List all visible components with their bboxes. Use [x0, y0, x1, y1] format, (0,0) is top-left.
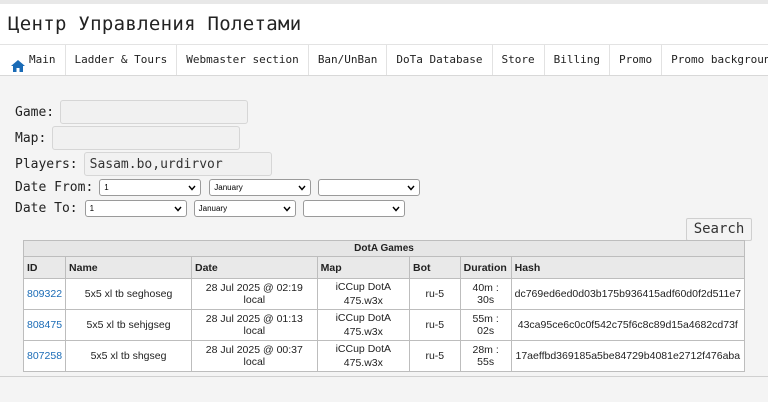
- game-map: iCCup DotA 475.w3x: [316, 309, 410, 341]
- map-label: Map:: [15, 130, 47, 146]
- column-header-map: Map: [316, 256, 410, 279]
- games-table: DotA Games ID Name Date Map Bot Duration…: [22, 240, 746, 372]
- game-bot: ru-5: [408, 309, 461, 341]
- date-from-year-select[interactable]: [318, 179, 421, 196]
- game-input[interactable]: [60, 100, 249, 124]
- nav-item-promo-background[interactable]: Promo background: [662, 45, 768, 75]
- map-line-1: iCCup DotA: [335, 312, 392, 324]
- map-line-1: iCCup DotA: [335, 281, 392, 293]
- selected-value: January: [198, 204, 228, 213]
- map-line-2: 475.w3x: [343, 326, 383, 338]
- table-row: 809322 5x5 xl tb seghoseg 28 Jul 2025 @ …: [22, 278, 746, 310]
- game-map: iCCup DotA 475.w3x: [316, 340, 410, 372]
- table-caption-row: DotA Games: [23, 240, 745, 257]
- date-to-month-select[interactable]: January: [193, 200, 296, 217]
- game-bot: ru-5: [408, 340, 461, 372]
- date-to-day-select[interactable]: 1: [84, 200, 187, 217]
- date-from-month-select[interactable]: January: [209, 179, 312, 196]
- column-header-bot: Bot: [408, 256, 461, 279]
- game-row: Game:: [15, 100, 249, 124]
- game-duration: 40m : 30s: [459, 278, 512, 310]
- main-nav: Main Ladder & Tours Webmaster section Ba…: [0, 44, 768, 76]
- game-hash: 43ca95ce6c0c0f542c75f6c8c89d15a4682cd73f: [510, 309, 746, 341]
- table-caption: DotA Games: [23, 240, 745, 257]
- chevron-down-icon: [174, 206, 182, 212]
- selected-value: 1: [104, 183, 109, 192]
- map-input[interactable]: [52, 126, 241, 150]
- map-row: Map:: [15, 126, 241, 150]
- game-date: 28 Jul 2025 @ 02:19 local: [190, 278, 318, 310]
- game-name: 5x5 xl tb sehjgseg: [65, 309, 192, 341]
- chevron-down-icon: [407, 185, 415, 191]
- game-label: Game:: [15, 104, 55, 120]
- game-map: iCCup DotA 475.w3x: [316, 278, 410, 310]
- date-from-label: Date From:: [15, 180, 94, 195]
- column-header-hash: Hash: [510, 256, 746, 279]
- table-row: 808475 5x5 xl tb sehjgseg 28 Jul 2025 @ …: [22, 309, 746, 341]
- nav-item-main[interactable]: Main: [2, 45, 66, 75]
- game-id-link[interactable]: 808475: [22, 309, 67, 341]
- nav-item-billing[interactable]: Billing: [545, 45, 610, 75]
- players-label: Players:: [15, 156, 78, 172]
- nav-item-ban-unban[interactable]: Ban/UnBan: [309, 45, 388, 75]
- nav-item-label: Main: [29, 53, 56, 66]
- game-name: 5x5 xl tb seghoseg: [65, 278, 192, 310]
- game-date: 28 Jul 2025 @ 00:37 local: [190, 340, 318, 372]
- home-icon: [11, 54, 25, 72]
- nav-item-promo[interactable]: Promo: [610, 45, 663, 75]
- column-header-name: Name: [65, 256, 192, 279]
- date-to-label: Date To:: [15, 201, 78, 216]
- game-bot: ru-5: [408, 278, 461, 310]
- chevron-down-icon: [298, 185, 306, 191]
- chevron-down-icon: [392, 206, 400, 212]
- map-line-1: iCCup DotA: [335, 343, 392, 355]
- nav-item-ladder-tours[interactable]: Ladder & Tours: [66, 45, 178, 75]
- game-duration: 28m : 55s: [459, 340, 512, 372]
- players-input[interactable]: [83, 152, 272, 176]
- game-duration: 55m : 02s: [459, 309, 512, 341]
- search-button[interactable]: Search: [686, 218, 752, 241]
- column-header-id: ID: [22, 256, 67, 279]
- column-header-duration: Duration: [459, 256, 512, 279]
- map-line-2: 475.w3x: [343, 295, 383, 307]
- map-line-2: 475.w3x: [343, 357, 383, 369]
- game-date: 28 Jul 2025 @ 01:13 local: [190, 309, 318, 341]
- selected-value: 1: [89, 204, 95, 213]
- game-hash: dc769ed6ed0d03b175b936415adf60d0f2d511e7: [510, 278, 746, 310]
- date-to-row: Date To: 1 January: [15, 200, 405, 217]
- nav-item-webmaster[interactable]: Webmaster section: [177, 45, 309, 75]
- selected-value: January: [214, 183, 243, 192]
- game-name: 5x5 xl tb shgseg: [65, 340, 192, 372]
- date-from-day-select[interactable]: 1: [99, 179, 202, 196]
- game-id-link[interactable]: 809322: [22, 278, 67, 310]
- nav-item-store[interactable]: Store: [493, 45, 545, 75]
- column-header-date: Date: [190, 256, 318, 279]
- game-id-link[interactable]: 807258: [22, 340, 67, 372]
- nav-item-dota-database[interactable]: DoTa Database: [387, 45, 493, 75]
- date-from-row: Date From: 1 January: [15, 179, 421, 196]
- table-header-row: ID Name Date Map Bot Duration Hash: [22, 256, 746, 279]
- date-to-year-select[interactable]: [302, 200, 405, 217]
- chevron-down-icon: [283, 206, 291, 212]
- page-title: Центр Управления Полетами: [0, 4, 768, 44]
- chevron-down-icon: [188, 185, 196, 191]
- search-panel: Game: Map: Players: Date From: 1 January…: [0, 76, 768, 377]
- table-row: 807258 5x5 xl tb shgseg 28 Jul 2025 @ 00…: [22, 340, 746, 372]
- players-row: Players:: [15, 152, 272, 176]
- game-hash: 17aeffbd369185a5be84729b4081e2712f476aba: [510, 340, 746, 372]
